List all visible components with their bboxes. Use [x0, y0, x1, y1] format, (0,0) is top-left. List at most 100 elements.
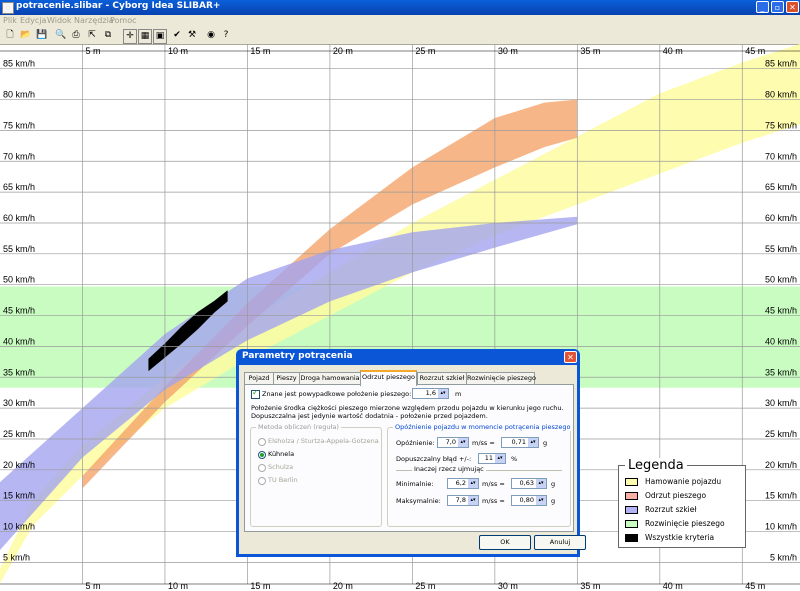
save-icon[interactable]: 💾 — [36, 29, 48, 42]
legend-label: Rozwinięcie pieszego — [645, 519, 725, 528]
legend-label: Hamowanie pojazdu — [645, 477, 722, 486]
y-tick-label-left: 55 km/h — [3, 244, 35, 254]
menu-widok[interactable]: Widok — [47, 16, 72, 25]
x-tick-label-bottom: 30 m — [498, 581, 518, 591]
spin-arrows-icon[interactable]: ▴▾ — [536, 496, 546, 505]
x-tick-label-bottom: 25 m — [415, 581, 435, 591]
tab-droga-hamowania[interactable]: Droga hamowania — [299, 372, 361, 384]
spin-arrows-icon[interactable]: ▴▾ — [468, 479, 478, 488]
y-tick-label-left: 25 km/h — [3, 429, 35, 439]
delay-input[interactable]: 7,0 ▴▾ — [437, 437, 469, 448]
method-label-kuhnel: Kühnela — [268, 450, 295, 458]
min-g-value: 0,63 — [519, 479, 534, 487]
tools-icon[interactable]: ⚒ — [186, 29, 198, 42]
dialog-title: Parametry potrącenia — [242, 351, 353, 361]
x-tick-label-bottom: 5 m — [85, 581, 100, 591]
y-tick-label-left: 45 km/h — [3, 306, 35, 316]
method-radio-tu-berlin[interactable] — [258, 477, 266, 485]
delay-label: Opóźnienie: — [396, 439, 435, 447]
menu-pomoc[interactable]: Pomoc — [110, 16, 137, 25]
print-preview-icon[interactable]: 🔍 — [55, 29, 67, 42]
copy-icon[interactable]: ⧉ — [102, 29, 114, 42]
note-line1: Położenie środka ciężkości pieszego mier… — [251, 404, 564, 412]
y-tick-label-left: 85 km/h — [3, 59, 35, 69]
y-tick-label-left: 50 km/h — [3, 275, 35, 285]
legend-swatch — [625, 492, 638, 500]
y-tick-label-right: 15 km/h — [765, 491, 797, 501]
delay-g-value: 0,71 — [511, 438, 526, 446]
y-tick-label-left: 65 km/h — [3, 182, 35, 192]
max-label: Maksymalnie: — [396, 497, 441, 505]
method-radio-elsholz[interactable] — [258, 438, 266, 446]
y-tick-label-right: 80 km/h — [765, 90, 797, 100]
delay-group-title: Opóźnienie pojazdu w momencie potrącenia… — [393, 423, 573, 431]
tab-pieszy[interactable]: Pieszy — [273, 372, 300, 384]
max-input[interactable]: 7,8 ▴▾ — [447, 495, 479, 506]
y-tick-label-right: 20 km/h — [765, 460, 797, 470]
crosshair-icon[interactable]: ✛ — [123, 29, 137, 44]
method-radio-schulz[interactable] — [258, 464, 266, 472]
method-radio-kuhnel[interactable] — [258, 451, 266, 459]
known-position-checkbox[interactable]: ✓ — [251, 388, 260, 399]
max-g-input[interactable]: 0,80 ▴▾ — [511, 495, 547, 506]
method-label-elsholz: Elsholza / Sturtza-Appela-Gotzena — [268, 437, 379, 445]
spin-arrows-icon[interactable]: ▴▾ — [495, 454, 505, 463]
check-edit-icon[interactable]: ✔ — [171, 29, 183, 42]
app-icon — [2, 2, 14, 14]
close-button[interactable]: ✕ — [786, 1, 799, 13]
spin-arrows-icon[interactable]: ▴▾ — [438, 389, 448, 398]
x-tick-label-bottom: 40 m — [663, 581, 683, 591]
spin-arrows-icon[interactable]: ▴▾ — [468, 496, 478, 505]
method-label-tu-berlin: TU Berlin — [268, 476, 298, 484]
y-tick-label-left: 35 km/h — [3, 367, 35, 377]
menu-plik[interactable]: Plik — [3, 16, 17, 25]
y-tick-label-right: 85 km/h — [765, 59, 797, 69]
known-position-label: Znane jest powypadkowe położenie pieszeg… — [262, 390, 412, 398]
tab-odrzut-pieszego[interactable]: Odrzut pieszego — [360, 370, 417, 386]
globe-icon[interactable]: ◉ — [205, 29, 217, 42]
y-tick-label-right: 55 km/h — [765, 244, 797, 254]
tab-rozwiniecie-pieszego[interactable]: Rozwinięcie pieszego — [466, 372, 536, 384]
dialog-close-button[interactable]: ✕ — [564, 351, 577, 363]
delay-unit: m/ss = — [472, 439, 495, 447]
error-unit: % — [511, 455, 518, 463]
x-tick-label-bottom: 15 m — [250, 581, 270, 591]
menu-edycja[interactable]: Edycja — [20, 16, 46, 25]
error-input[interactable]: 11 ▴▾ — [478, 453, 506, 464]
method-group: Metoda obliczeń (reguła) Elsholza / Stur… — [250, 423, 382, 527]
tab-panel: ✓ Znane jest powypadkowe położenie piesz… — [244, 384, 574, 532]
grid-icon[interactable]: ▦ — [138, 29, 152, 44]
new-file-icon[interactable]: 🗋 — [4, 29, 16, 42]
delay-group: Opóźnienie pojazdu w momencie potrącenia… — [387, 423, 573, 527]
spin-arrows-icon[interactable]: ▴▾ — [528, 438, 538, 447]
tab-rozrzut-szkiel[interactable]: Rozrzut szkieł — [417, 372, 467, 384]
maximize-button[interactable]: ▫ — [771, 1, 784, 13]
note-line2: Dopuszczalna jest jedynie wartość dodatn… — [251, 412, 488, 420]
y-tick-label-left: 75 km/h — [3, 120, 35, 130]
ok-button[interactable]: OK — [479, 535, 531, 550]
spin-arrows-icon[interactable]: ▴▾ — [458, 438, 468, 447]
tab-pojazd[interactable]: Pojazd — [244, 372, 274, 384]
min-input[interactable]: 6,2 ▴▾ — [447, 478, 479, 489]
menu-narzedzia[interactable]: Narzędzia — [74, 16, 114, 25]
spin-arrows-icon[interactable]: ▴▾ — [536, 479, 546, 488]
method-group-title: Metoda obliczeń (reguła) — [256, 423, 341, 431]
y-tick-label-right: 50 km/h — [765, 275, 797, 285]
open-folder-icon[interactable]: 📂 — [20, 29, 32, 42]
help-icon[interactable]: ? — [220, 29, 232, 42]
x-tick-label-top: 20 m — [333, 46, 353, 56]
cancel-button[interactable]: Anuluj — [534, 535, 586, 550]
max-g-value: 0,80 — [519, 496, 534, 504]
y-tick-label-right: 65 km/h — [765, 182, 797, 192]
export-icon[interactable]: ⇱ — [86, 29, 98, 42]
window-icon[interactable]: ▣ — [153, 29, 167, 44]
g-unit: g — [543, 439, 548, 447]
y-tick-label-right: 5 km/h — [770, 552, 797, 562]
known-position-input[interactable]: 1,6 ▴▾ — [412, 388, 449, 399]
dialog-body: Pojazd Pieszy Droga hamowania Odrzut pie… — [239, 365, 586, 554]
min-g-input[interactable]: 0,63 ▴▾ — [511, 478, 547, 489]
minimize-button[interactable]: _ — [756, 1, 769, 13]
delay-value: 7,0 — [445, 438, 456, 446]
delay-g-input[interactable]: 0,71 ▴▾ — [501, 437, 539, 448]
print-icon[interactable]: ⎙ — [70, 29, 82, 42]
